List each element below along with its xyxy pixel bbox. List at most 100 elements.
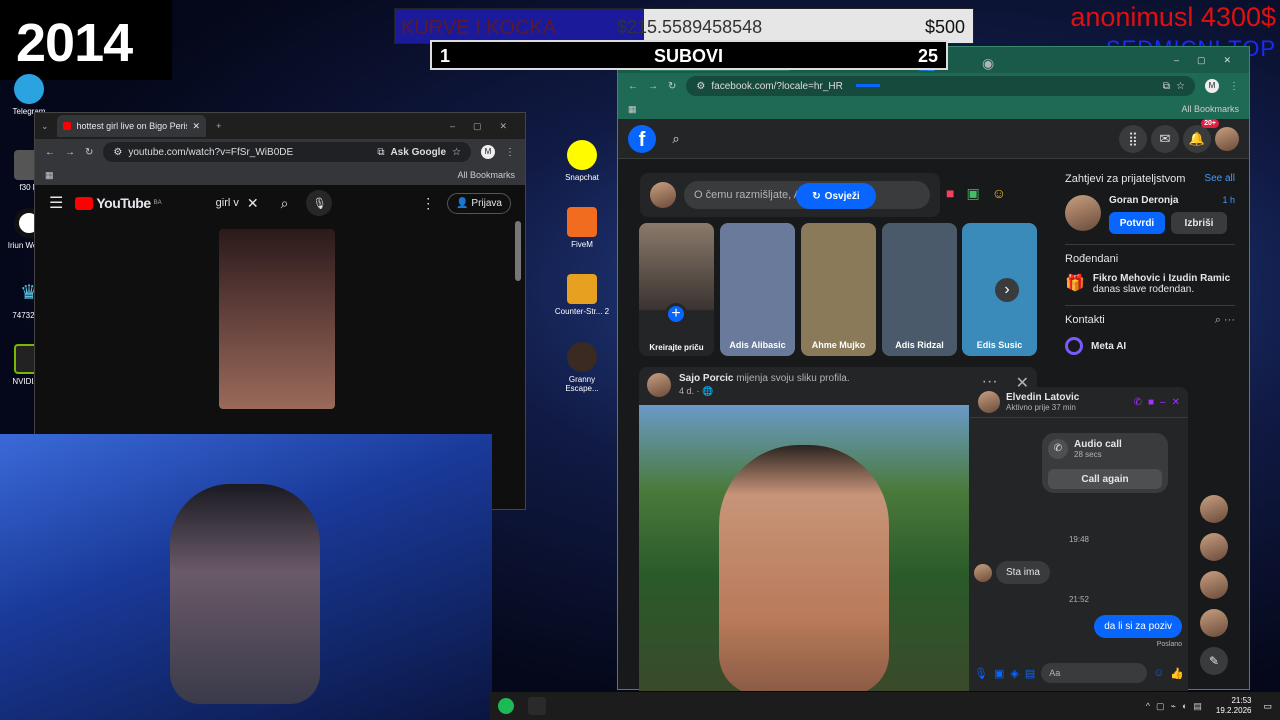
all-bookmarks[interactable]: All Bookmarks [1181, 104, 1239, 114]
stories-next-icon[interactable]: › [995, 278, 1019, 302]
signin-button[interactable]: 👤 Prijava [447, 192, 511, 214]
birthday-names[interactable]: Fikro Mehovic i Izudin Ramic [1093, 273, 1230, 284]
emoji-icon[interactable]: ☺ [1153, 667, 1164, 679]
youtube-logo[interactable]: YouTube BA [75, 195, 162, 211]
tab-search-icon[interactable]: ⌄ [41, 121, 49, 132]
photo-icon[interactable]: ▣ [966, 185, 979, 202]
story-card[interactable]: Adis Ridzal [882, 223, 957, 356]
new-message-icon[interactable]: ✎ [1200, 647, 1228, 675]
tab-youtube[interactable]: hottest girl live on Bigo Periscope ✕ [56, 115, 207, 137]
messenger-icon[interactable]: ✉ [1151, 124, 1179, 153]
all-bookmarks[interactable]: All Bookmarks [457, 170, 515, 180]
window-controls[interactable]: –▢✕ [450, 121, 525, 132]
contacts-search-icon[interactable]: ⌕ [1215, 314, 1221, 326]
ask-google-button[interactable]: Ask Google [390, 147, 446, 158]
address-bar[interactable]: ⚙ facebook.com/?locale=hr_HR ⧉ ☆ [686, 76, 1195, 96]
notifications-icon[interactable]: 🔔 20+ [1183, 118, 1219, 153]
install-icon[interactable]: ⧉ [1163, 81, 1170, 92]
notifications-tray-icon[interactable]: ▭ [1263, 701, 1272, 712]
contacts-options-icon[interactable]: ··· [1224, 314, 1235, 326]
site-info-icon[interactable]: ⚙ [696, 81, 705, 92]
bookmark-star-icon[interactable]: ☆ [1176, 81, 1185, 92]
video-call-icon[interactable]: ■ [1148, 397, 1154, 408]
close-tab-icon[interactable]: ✕ [193, 121, 201, 132]
desktop-icon-telegram[interactable]: Telegram [0, 74, 58, 116]
youtube-search[interactable]: girl v ✕ ⌕ 🎙 [216, 190, 333, 216]
clear-search-icon[interactable]: ✕ [247, 195, 259, 212]
bookmark-star-icon[interactable]: ☆ [452, 147, 461, 158]
groups-icon[interactable]: ◉ [982, 55, 994, 72]
post-time[interactable]: 4 d. · [679, 386, 700, 396]
address-bar[interactable]: ⚙ youtube.com/watch?v=FfSr_WiB0DE ⧉ Ask … [103, 142, 471, 162]
more-options-icon[interactable]: ⋮ [421, 195, 435, 212]
outgoing-message[interactable]: da li si za poziv [1094, 615, 1182, 638]
meta-ai-contact[interactable]: Meta AI [1091, 341, 1126, 352]
close-chat-icon[interactable]: ✕ [1172, 397, 1180, 408]
spotify-icon[interactable] [498, 698, 514, 714]
reload-icon[interactable]: ↻ [85, 147, 93, 158]
account-avatar[interactable] [1215, 126, 1239, 151]
hamburger-menu-icon[interactable]: ☰ [49, 193, 63, 213]
chat-head[interactable] [1200, 495, 1228, 523]
apps-grid-icon[interactable]: ▦ [45, 170, 54, 181]
story-card[interactable]: Ahme Mujko [801, 223, 876, 356]
menu-kebab-icon[interactable]: ⋮ [505, 147, 515, 158]
chat-head[interactable] [1200, 533, 1228, 561]
microphone-icon[interactable]: 🎙 [306, 190, 333, 216]
live-video-icon[interactable]: ■ [946, 185, 954, 202]
attach-image-icon[interactable]: ▣ [994, 667, 1004, 680]
search-icon[interactable]: ⌕ [281, 195, 289, 212]
back-icon[interactable]: ← [628, 81, 638, 92]
requester-avatar[interactable] [1065, 195, 1101, 231]
feeling-icon[interactable]: ☺ [992, 185, 1006, 202]
cast-icon[interactable]: ⧉ [377, 147, 384, 158]
apps-grid-icon[interactable]: ▦ [628, 104, 637, 115]
search-icon[interactable]: ⌕ [662, 125, 690, 153]
back-icon[interactable]: ← [45, 147, 55, 158]
requester-name[interactable]: Goran Deronja [1109, 195, 1178, 206]
refresh-button[interactable]: ↻ Osvježi [796, 183, 876, 209]
menu-kebab-icon[interactable]: ⋮ [1229, 81, 1239, 92]
gif-icon[interactable]: ▤ [1025, 667, 1035, 680]
app-taskbar-icon[interactable] [528, 697, 546, 715]
desktop-icon-granny[interactable]: Granny Escape... [553, 342, 611, 393]
like-icon[interactable]: 👍 [1170, 667, 1184, 680]
globe-icon: 🌐 [702, 386, 714, 396]
chat-head[interactable] [1200, 609, 1228, 637]
incoming-message[interactable]: Sta ima [996, 561, 1050, 584]
chat-head[interactable] [1200, 571, 1228, 599]
voice-clip-icon[interactable]: 🎙 [974, 667, 988, 680]
story-create[interactable]: + Kreirajte priču [639, 223, 714, 356]
desktop-icon-snapchat[interactable]: Snapchat [553, 140, 611, 182]
search-input[interactable]: girl v [216, 197, 239, 209]
forward-icon[interactable]: → [65, 147, 75, 158]
clock[interactable]: 21:53 19.2.2026 [1216, 696, 1252, 716]
profile-icon[interactable]: M [1205, 79, 1219, 93]
system-tray-icons[interactable]: ^▢⌁◐▤ [1146, 701, 1208, 712]
desktop-icon-fivem[interactable]: FiveM [553, 207, 611, 249]
audio-call-icon[interactable]: ✆ [1134, 397, 1142, 408]
message-input[interactable]: Aa [1041, 663, 1148, 683]
chat-header[interactable]: Elvedin Latovic Aktivno prije 37 min ✆ ■ … [970, 387, 1188, 418]
new-tab-icon[interactable]: + [216, 121, 221, 131]
facebook-logo-icon[interactable]: f [628, 124, 656, 153]
desktop-icon-cs2[interactable]: Counter-Str... 2 [553, 274, 611, 316]
video-player[interactable] [219, 229, 335, 409]
site-info-icon[interactable]: ⚙ [113, 147, 122, 158]
confirm-button[interactable]: Potvrdi [1109, 212, 1165, 234]
scrollbar[interactable] [515, 221, 521, 281]
profile-icon[interactable]: M [481, 145, 495, 159]
post-author-avatar[interactable] [647, 373, 671, 397]
minimize-chat-icon[interactable]: – [1160, 397, 1166, 408]
sticker-icon[interactable]: ◈ [1010, 667, 1018, 680]
delete-button[interactable]: Izbriši [1171, 212, 1227, 234]
see-all-link[interactable]: See all [1204, 173, 1235, 185]
reload-icon[interactable]: ↻ [668, 81, 676, 92]
menu-grid-icon[interactable]: ⣿ [1119, 124, 1147, 153]
post-image[interactable] [639, 405, 969, 691]
post-author[interactable]: Sajo Porcic [679, 373, 733, 384]
story-card[interactable]: Adis Alibasic [720, 223, 795, 356]
forward-icon[interactable]: → [648, 81, 658, 92]
window-controls[interactable]: –▢✕ [1174, 55, 1249, 66]
call-again-button[interactable]: Call again [1048, 469, 1162, 489]
